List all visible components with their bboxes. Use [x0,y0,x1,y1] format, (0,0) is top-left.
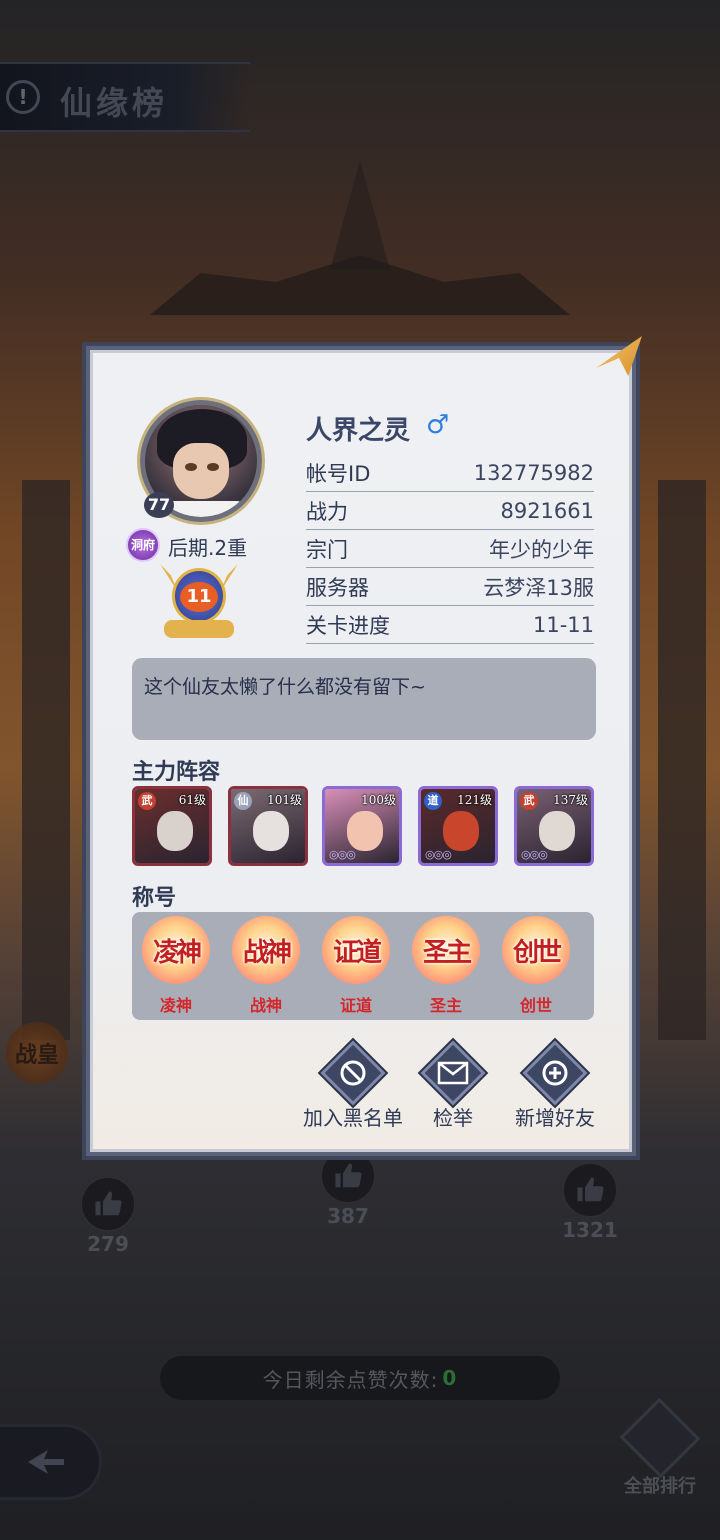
hero-level: 61级 [178,793,206,807]
signature-box: 这个仙友太懒了什么都没有留下~ [132,658,596,740]
title-item[interactable]: 证道 证道 [318,916,394,1016]
star-icon: ◎◎◎ [425,848,452,861]
info-key: 宗门 [306,537,348,562]
titles-list: 凌神 凌神 战神 战神 证道 证道 圣主 圣主 创世 创世 [132,912,594,1020]
hero-type-badge: 武 [520,792,538,810]
info-value: 年少的少年 [489,537,594,562]
title-label: 创世 [519,996,552,1015]
block-icon [328,1048,378,1098]
title-emblem-icon: 创世 [502,916,570,984]
hero-card[interactable]: 武 61级 [132,786,212,866]
realm-text: 后期.2重 [168,536,248,560]
star-icon: ◎◎◎ [329,848,356,861]
info-row-power: 战力 8921661 [306,492,594,530]
vip-level: 11 [180,582,218,612]
star-icon: ◎◎◎ [521,848,548,861]
hero-face [539,811,575,851]
hero-face [157,811,193,851]
title-item[interactable]: 凌神 凌神 [138,916,214,1016]
hero-level: 101级 [267,793,302,807]
add-friend-label: 新增好友 [515,1106,595,1130]
hero-level: 137级 [553,793,588,807]
hero-type-badge: 武 [138,792,156,810]
info-value: 8921661 [500,498,594,523]
hero-level: 100级 [361,793,396,807]
envelope-icon [428,1048,478,1098]
title-emblem-icon: 圣主 [412,916,480,984]
hero-face [347,811,383,851]
info-row-stage-progress: 关卡进度 11-11 [306,606,594,644]
hero-face [443,811,479,851]
hero-level: 121级 [457,793,492,807]
hero-card[interactable]: 道 121级 ◎◎◎ [418,786,498,866]
title-emblem-icon: 战神 [232,916,300,984]
plus-circle-icon [530,1048,580,1098]
info-value: 132775982 [473,460,594,485]
hero-type-badge: 仙 [234,792,252,810]
titles-title: 称号 [132,886,177,911]
info-row-server: 服务器 云梦泽13服 [306,568,594,606]
male-icon: ♂ [426,410,450,440]
title-emblem-icon: 凌神 [142,916,210,984]
player-profile-dialog: 77 洞府 后期.2重 11 人界之灵 ♂ 帐号ID 132775982 战力 … [86,336,642,1156]
add-friend-button[interactable]: 新增好友 [500,1040,610,1132]
player-info-table: 帐号ID 132775982 战力 8921661 宗门 年少的少年 服务器 云… [306,454,594,644]
hero-card[interactable]: 100级 ◎◎◎ [322,786,402,866]
info-key: 关卡进度 [306,613,390,638]
title-label: 战神 [249,996,282,1015]
title-item[interactable]: 圣主 圣主 [408,916,484,1016]
hero-face [253,811,289,851]
info-row-account-id: 帐号ID 132775982 [306,454,594,492]
title-item[interactable]: 创世 创世 [498,916,574,1016]
title-label: 凌神 [159,996,192,1015]
player-level: 77 [144,492,174,518]
realm-badge-icon: 洞府 [126,528,160,562]
info-value: 11-11 [532,612,594,637]
info-key: 帐号ID [306,461,371,486]
info-value: 云梦泽13服 [483,575,594,600]
hero-lineup: 武 61级 仙 101级 100级 ◎◎◎ 道 121级 ◎◎◎ 武 137级 ◎◎◎ [132,786,596,868]
player-name: 人界之灵 [306,416,411,446]
title-label: 证道 [339,996,372,1015]
vip-badge: 11 [156,562,242,646]
title-item[interactable]: 战神 战神 [228,916,304,1016]
hero-card[interactable]: 仙 101级 [228,786,308,866]
title-label: 圣主 [429,996,462,1015]
hero-card[interactable]: 武 137级 ◎◎◎ [514,786,594,866]
info-key: 战力 [306,499,348,524]
title-emblem-icon: 证道 [322,916,390,984]
info-row-sect: 宗门 年少的少年 [306,530,594,568]
info-key: 服务器 [306,575,369,600]
lineup-title: 主力阵容 [132,760,221,785]
hero-type-badge: 道 [424,792,442,810]
